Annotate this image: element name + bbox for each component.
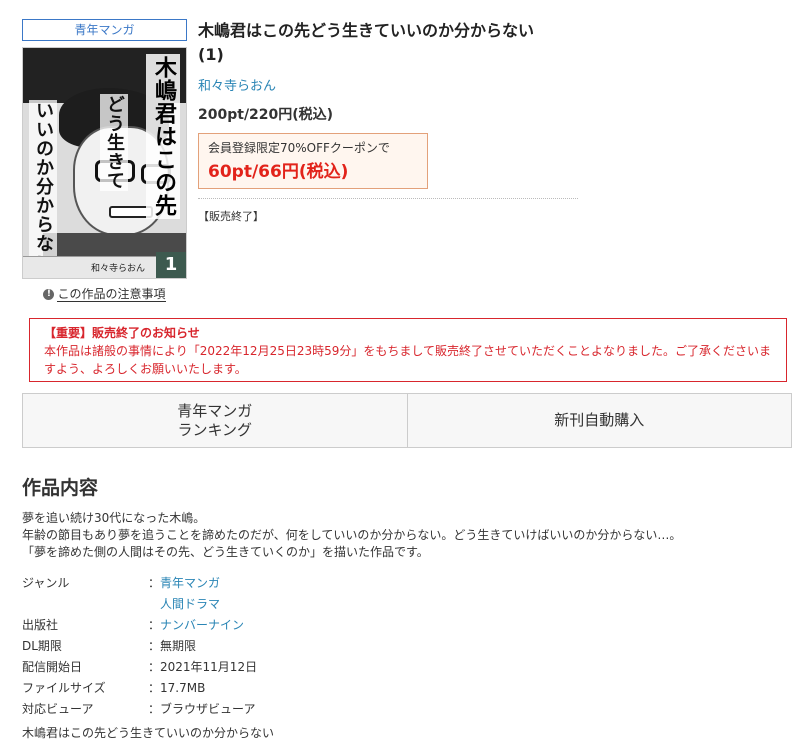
meta-row-publisher: 出版社 ： ナンバーナイン	[22, 615, 622, 636]
divider	[198, 198, 578, 199]
meta-value: 17.7MB	[160, 681, 206, 695]
description: 夢を追い続け30代になった木嶋。 年齢の節目もあり夢を追うことを諦めたのだが、何…	[22, 510, 792, 561]
ranking-label-line1: 青年マンガ	[177, 401, 253, 420]
meta-value: 青年マンガ 人間ドラマ	[160, 573, 220, 615]
notice-link[interactable]: ! この作品の注意事項	[22, 285, 187, 302]
meta-key: 配信開始日	[22, 660, 83, 674]
meta-colon: ：	[148, 576, 161, 590]
end-of-sale-notice: 【重要】販売終了のお知らせ 本作品は諸般の事情により「2022年12月25日23…	[29, 318, 787, 382]
cover-author: 和々寺らおん	[91, 264, 146, 274]
ranking-button[interactable]: 青年マンガ ランキング	[23, 394, 407, 447]
product-title-line1: 木嶋君はこの先どう生きていいのか分からない	[198, 21, 535, 40]
coupon-label: 会員登録限定70%OFFクーポンで	[208, 141, 390, 155]
cover-title-1: 木嶋君はこの先	[146, 54, 180, 219]
sale-status: 【販売終了】	[198, 210, 264, 223]
coupon-price: 60pt/66円(税込)	[208, 162, 349, 182]
auto-purchase-button[interactable]: 新刊自動購入	[406, 394, 792, 447]
section-title: 作品内容	[22, 477, 99, 499]
meta-value: 無期限	[160, 639, 197, 653]
product-title-line2: (1)	[198, 45, 224, 64]
meta-row-release: 配信開始日 ： 2021年11月12日	[22, 657, 622, 678]
product-left-column: 青年マンガ 木嶋君はこの先 どう生きて いいのか分からない 和々寺らおん 1 !…	[22, 19, 187, 302]
meta-row-viewer: 対応ビューア ： ブラウザビューア	[22, 699, 622, 720]
action-tabs: 青年マンガ ランキング 新刊自動購入	[22, 393, 792, 448]
meta-key: ファイルサイズ	[22, 681, 106, 695]
description-line: 「夢を諦めた側の人間はその先、どう生きていくのか」を描いた作品です。	[22, 545, 429, 559]
meta-value: 2021年11月12日	[160, 660, 258, 674]
meta-key: ジャンル	[22, 576, 70, 590]
product-info: 木嶋君はこの先どう生きていいのか分からない (1) 和々寺らおん 200pt/2…	[198, 19, 598, 224]
meta-colon: ：	[148, 618, 161, 632]
price: 200pt/220円(税込)	[198, 107, 334, 123]
description-line: 年齢の節目もあり夢を追うことを諦めたのだが、何をしていいのか分からない。どう生き…	[22, 528, 682, 542]
notice-link-label: この作品の注意事項	[57, 287, 166, 302]
auto-purchase-label: 新刊自動購入	[554, 411, 645, 429]
coupon-box[interactable]: 会員登録限定70%OFFクーポンで 60pt/66円(税込)	[198, 133, 428, 189]
genre-link-drama[interactable]: 人間ドラマ	[160, 594, 220, 615]
author-link[interactable]: 和々寺らおん	[198, 75, 598, 94]
meta-row-genre: ジャンル ： 青年マンガ 人間ドラマ	[22, 573, 622, 615]
product-title: 木嶋君はこの先どう生きていいのか分からない (1)	[198, 19, 598, 67]
ranking-label-line2: ランキング	[177, 420, 253, 439]
meta-row-dl: DL期限 ： 無期限	[22, 636, 622, 657]
cover-volume-number: 1	[156, 252, 186, 278]
meta-key: DL期限	[22, 639, 62, 653]
meta-colon: ：	[148, 681, 161, 695]
meta-colon: ：	[148, 660, 161, 674]
meta-value: ナンバーナイン	[160, 615, 244, 636]
meta-key: 対応ビューア	[22, 702, 94, 716]
meta-colon: ：	[148, 702, 161, 716]
series-title: 木嶋君はこの先どう生きていいのか分からない	[22, 726, 275, 740]
genre-link-seinen[interactable]: 青年マンガ	[160, 573, 220, 594]
meta-colon: ：	[148, 639, 161, 653]
meta-value: ブラウザビューア	[160, 702, 256, 716]
metadata-table: ジャンル ： 青年マンガ 人間ドラマ 出版社 ： ナンバーナイン DL期限 ： …	[22, 573, 622, 720]
notice-body: 本作品は諸般の事情により「2022年12月25日23時59分」をもちまして販売終…	[44, 344, 772, 376]
genre-badge-link[interactable]: 青年マンガ	[22, 19, 187, 41]
cover-title-2: どう生きて	[100, 94, 128, 191]
product-header: 青年マンガ 木嶋君はこの先 どう生きて いいのか分からない 和々寺らおん 1 !…	[22, 19, 792, 309]
meta-key: 出版社	[22, 618, 59, 632]
description-line: 夢を追い続け30代になった木嶋。	[22, 511, 206, 525]
publisher-link[interactable]: ナンバーナイン	[160, 615, 244, 636]
cover-image[interactable]: 木嶋君はこの先 どう生きて いいのか分からない 和々寺らおん 1	[22, 47, 187, 279]
notice-title: 【重要】販売終了のお知らせ	[44, 326, 200, 340]
meta-row-size: ファイルサイズ ： 17.7MB	[22, 678, 622, 699]
cover-title-3: いいのか分からない	[29, 100, 57, 273]
info-icon: !	[43, 289, 55, 300]
